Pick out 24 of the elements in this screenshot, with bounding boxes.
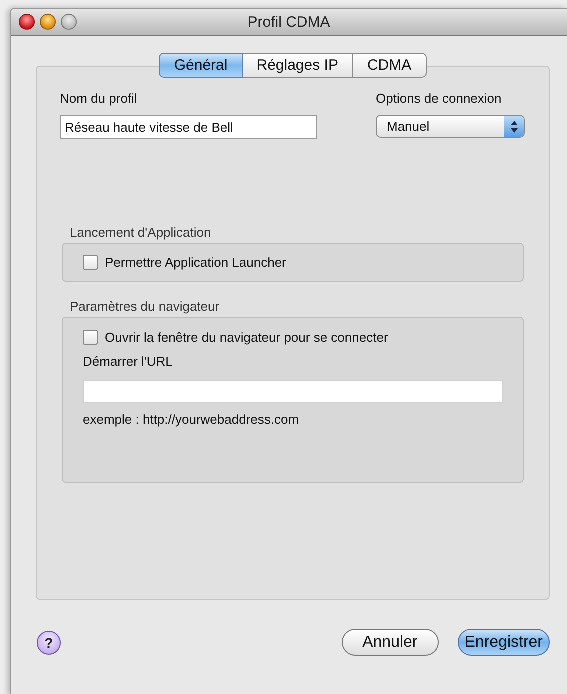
- checkbox[interactable]: [83, 255, 98, 270]
- save-button[interactable]: Enregistrer: [458, 629, 550, 656]
- tab[interactable]: Général: [159, 53, 243, 78]
- field-label: Démarrer l'URL: [83, 354, 174, 369]
- checkbox-label[interactable]: Permettre Application Launcher: [105, 255, 286, 270]
- checkbox-label[interactable]: Ouvrir la fenêtre du navigateur pour se connecter: [105, 330, 388, 345]
- minimize-button[interactable]: [40, 14, 56, 30]
- zoom-button[interactable]: [61, 14, 77, 30]
- example-text: exemple : http://yourwebaddress.com: [83, 412, 300, 427]
- window-title: Profil CDMA: [248, 14, 330, 30]
- updown-arrows-icon: [510, 120, 518, 132]
- field-label: Nom du profil: [60, 91, 138, 106]
- help-button[interactable]: ?: [37, 630, 61, 654]
- close-button[interactable]: [19, 14, 35, 30]
- url-field[interactable]: [83, 380, 503, 403]
- tab[interactable]: CDMA: [353, 53, 427, 78]
- cancel-button[interactable]: Annuler: [342, 629, 439, 656]
- group-title: Paramètres du navigateur: [70, 299, 221, 314]
- checkbox[interactable]: [83, 330, 98, 345]
- field-label: Options de connexion: [376, 91, 503, 106]
- tab[interactable]: Réglages IP: [242, 53, 354, 78]
- popup-menu[interactable]: Manuel: [376, 115, 525, 138]
- group-title: Lancement d'Application: [70, 225, 212, 240]
- text-field[interactable]: Réseau haute vitesse de Bell: [60, 115, 317, 139]
